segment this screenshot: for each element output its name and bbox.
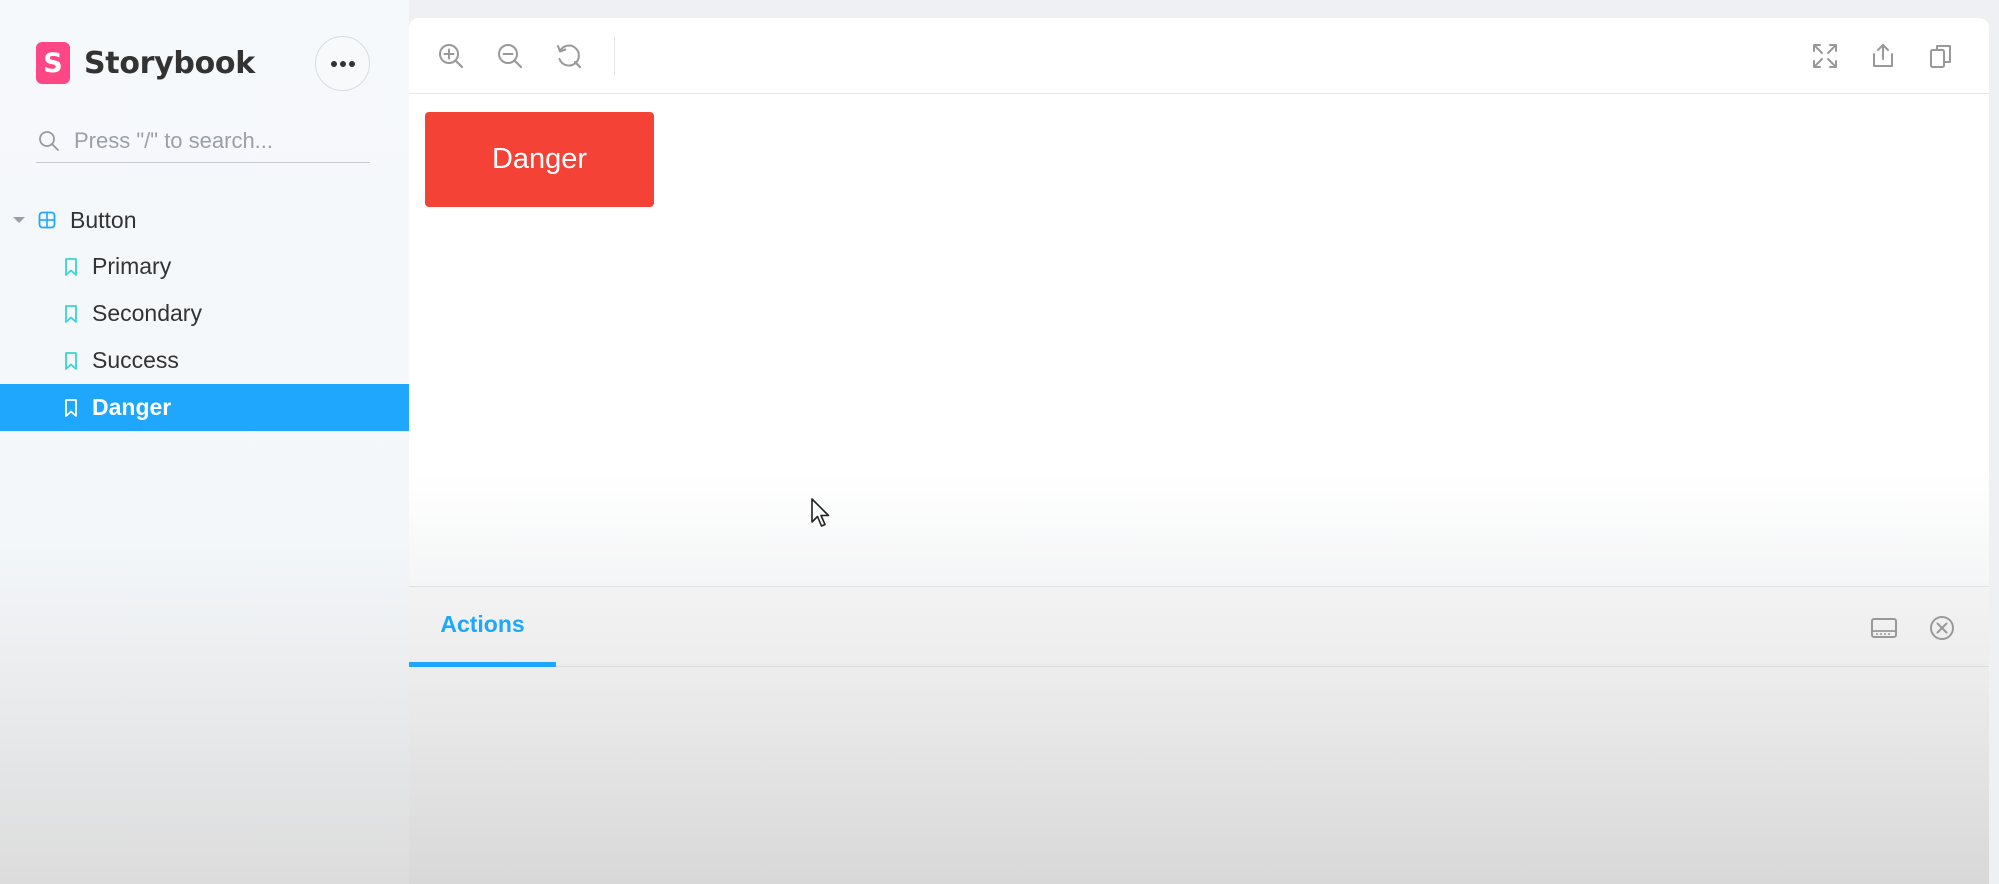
close-icon [1930,616,1954,640]
reset-zoom-icon [557,44,582,69]
preview-toolbar [409,18,1989,94]
tree-item-secondary[interactable]: Secondary [0,290,409,337]
toolbar-divider [614,36,615,76]
tree-item-label: Success [92,347,179,373]
panel-tab-bar: Actions [409,587,1989,667]
bookmark-icon [65,398,77,417]
sidebar: S Storybook Button [0,0,409,884]
tree-item-success[interactable]: Success [0,337,409,384]
reset-zoom-button[interactable] [551,38,587,74]
storybook-logo-icon: S [36,42,70,84]
copy-button[interactable] [1923,38,1959,74]
bookmark-icon [65,257,77,276]
share-button[interactable] [1865,38,1901,74]
zoom-in-button[interactable] [433,38,469,74]
addons-panel: Actions [409,586,1989,884]
brand-name: Storybook [84,45,255,81]
zoom-out-icon [498,44,523,69]
tree-group-label: Button [70,206,137,233]
search-box [36,120,370,163]
zoom-out-button[interactable] [492,38,528,74]
search-input[interactable] [74,128,354,154]
share-icon [1873,44,1893,67]
tree-item-label: Danger [92,394,172,420]
story-tree: Button Primary Secondary Success Danger [0,197,409,431]
tree-item-danger[interactable]: Danger [0,384,409,431]
bookmark-icon [65,351,77,370]
caret-down-icon [13,217,25,223]
zoom-in-icon [439,44,464,69]
brand[interactable]: S Storybook [36,41,255,85]
search-icon [39,131,59,151]
panel-layout-icon [1871,618,1897,638]
mouse-cursor-icon [811,498,830,527]
tree-item-primary[interactable]: Primary [0,243,409,290]
ellipsis-icon [330,60,355,67]
fullscreen-button[interactable] [1807,38,1843,74]
tree-group-button[interactable]: Button [0,197,409,243]
bookmark-icon [65,304,77,323]
danger-button[interactable]: Danger [425,112,654,207]
panel-orientation-button[interactable] [1867,611,1901,645]
fullscreen-icon [1813,44,1837,68]
tab-actions[interactable]: Actions [409,587,556,667]
tree-item-label: Primary [92,253,172,279]
close-panel-button[interactable] [1925,611,1959,645]
component-icon [38,211,56,229]
copy-icon [1930,45,1951,68]
tree-item-label: Secondary [92,300,202,326]
story-canvas: Danger [409,94,1989,586]
more-menu-button[interactable] [315,36,370,91]
